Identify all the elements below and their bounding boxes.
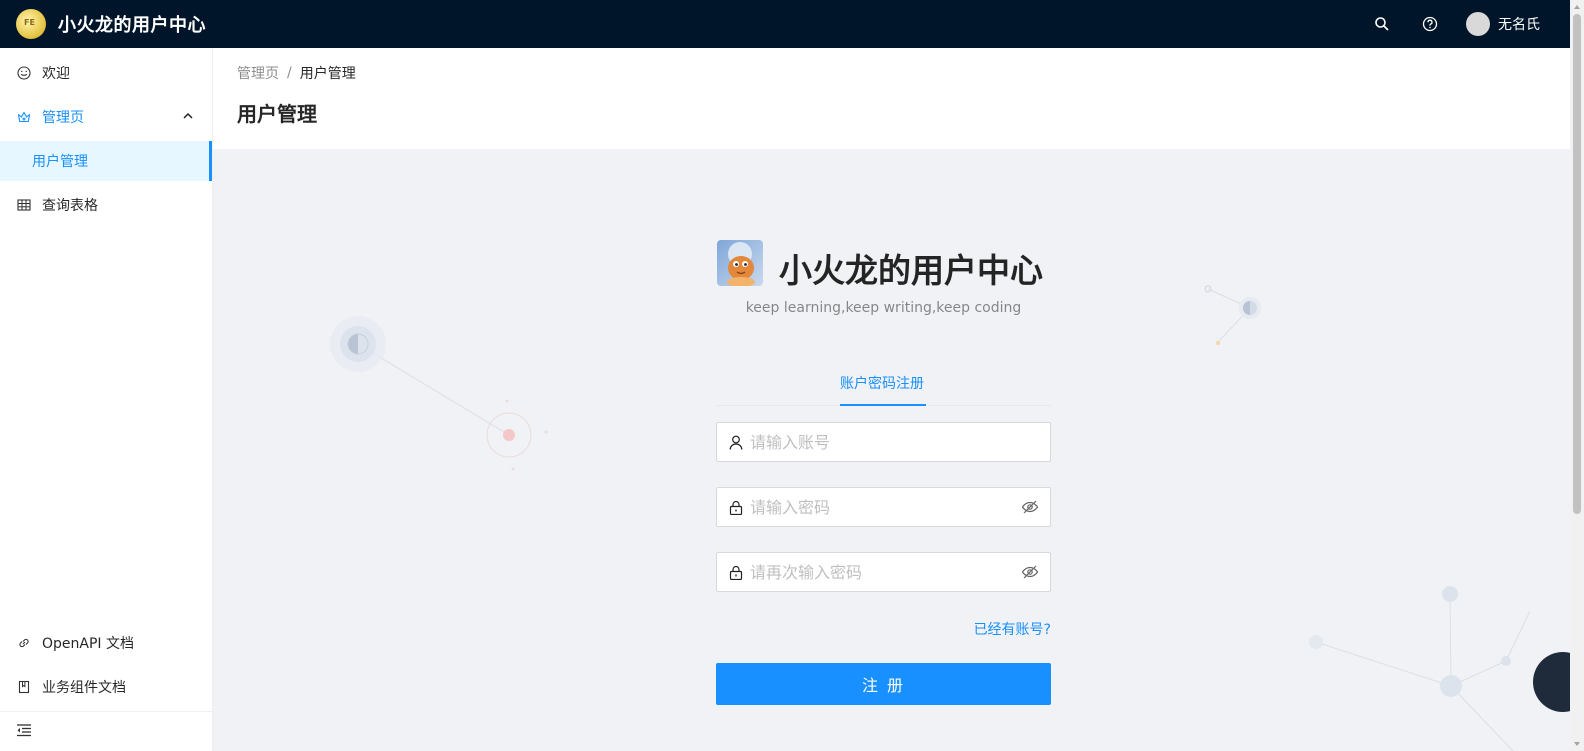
chevron-up-icon bbox=[182, 110, 194, 126]
eye-invisible-icon[interactable] bbox=[1021, 563, 1039, 581]
sidebar-item-label: OpenAPI 文档 bbox=[42, 636, 134, 652]
page-header: 管理页 / 用户管理 用户管理 bbox=[213, 48, 1570, 149]
confirm-password-input[interactable] bbox=[750, 562, 1021, 582]
search-icon[interactable] bbox=[1358, 0, 1406, 48]
breadcrumb-item-admin[interactable]: 管理页 bbox=[237, 63, 279, 83]
user-name: 无名氏 bbox=[1498, 17, 1540, 33]
crown-icon bbox=[16, 109, 32, 125]
sidebar-item-label: 查询表格 bbox=[42, 198, 98, 214]
page-title: 用户管理 bbox=[237, 102, 317, 126]
header-actions: 无名氏 bbox=[1358, 0, 1570, 48]
account-field bbox=[716, 422, 1051, 462]
top-header: 小火龙的用户中心 无名氏 bbox=[0, 0, 1570, 48]
register-title: 小火龙的用户中心 bbox=[779, 251, 1043, 290]
user-menu[interactable]: 无名氏 bbox=[1454, 0, 1570, 48]
sidebar-item-query-table[interactable]: 查询表格 bbox=[0, 185, 212, 225]
eye-invisible-icon[interactable] bbox=[1021, 498, 1039, 516]
have-account-link[interactable]: 已经有账号? bbox=[716, 619, 1051, 639]
main-content: 小火龙的用户中心 keep learning,keep writing,keep… bbox=[213, 149, 1570, 751]
sidebar-item-label: 欢迎 bbox=[42, 66, 70, 82]
register-tabs: 账户密码注册 bbox=[716, 367, 1051, 406]
sidebar-item-label: 业务组件文档 bbox=[42, 680, 126, 696]
book-icon bbox=[16, 679, 32, 695]
table-icon bbox=[16, 197, 32, 213]
register-logo bbox=[717, 240, 763, 286]
register-button[interactable]: 注 册 bbox=[716, 663, 1051, 705]
lock-icon bbox=[728, 564, 744, 580]
menu-collapse-button[interactable] bbox=[0, 711, 212, 751]
user-icon bbox=[728, 434, 744, 450]
account-input[interactable] bbox=[750, 432, 1039, 452]
sidebar-item-openapi[interactable]: OpenAPI 文档 bbox=[0, 623, 212, 663]
password-field bbox=[716, 487, 1051, 527]
sidebar-item-label: 管理页 bbox=[42, 110, 84, 126]
app-logo bbox=[16, 9, 46, 39]
password-input[interactable] bbox=[750, 497, 1021, 517]
breadcrumb-item-current: 用户管理 bbox=[299, 66, 356, 82]
scroll-down-icon[interactable] bbox=[1573, 740, 1581, 748]
scroll-thumb[interactable] bbox=[1573, 14, 1581, 514]
page-scrollbar[interactable] bbox=[1570, 0, 1584, 751]
tab-account-register[interactable]: 账户密码注册 bbox=[840, 373, 924, 393]
menu-fold-icon bbox=[16, 722, 32, 741]
sidebar-item-component-docs[interactable]: 业务组件文档 bbox=[0, 667, 212, 707]
sidebar-footer: OpenAPI 文档 业务组件文档 bbox=[0, 619, 212, 751]
lock-icon bbox=[728, 499, 744, 515]
link-icon bbox=[16, 635, 32, 651]
question-icon[interactable] bbox=[1406, 0, 1454, 48]
sidebar-item-welcome[interactable]: 欢迎 bbox=[0, 53, 212, 93]
tab-ink-bar bbox=[840, 404, 926, 406]
sidebar: 欢迎 管理页 用户管理 查询表格 OpenAPI 文档 业务组件文档 bbox=[0, 48, 213, 751]
scroll-up-icon[interactable] bbox=[1573, 3, 1581, 11]
register-subtitle: keep learning,keep writing,keep coding bbox=[745, 300, 1022, 316]
brand[interactable]: 小火龙的用户中心 bbox=[0, 9, 206, 39]
breadcrumb: 管理页 / 用户管理 bbox=[237, 64, 1546, 82]
app-title: 小火龙的用户中心 bbox=[58, 15, 206, 36]
avatar bbox=[1466, 12, 1490, 36]
sidebar-item-admin[interactable]: 管理页 bbox=[0, 97, 212, 137]
sidebar-item-user-management[interactable]: 用户管理 bbox=[0, 141, 212, 181]
smile-icon bbox=[16, 65, 32, 81]
sidebar-item-label: 用户管理 bbox=[32, 154, 88, 170]
breadcrumb-separator: / bbox=[287, 65, 292, 81]
confirm-password-field bbox=[716, 552, 1051, 592]
